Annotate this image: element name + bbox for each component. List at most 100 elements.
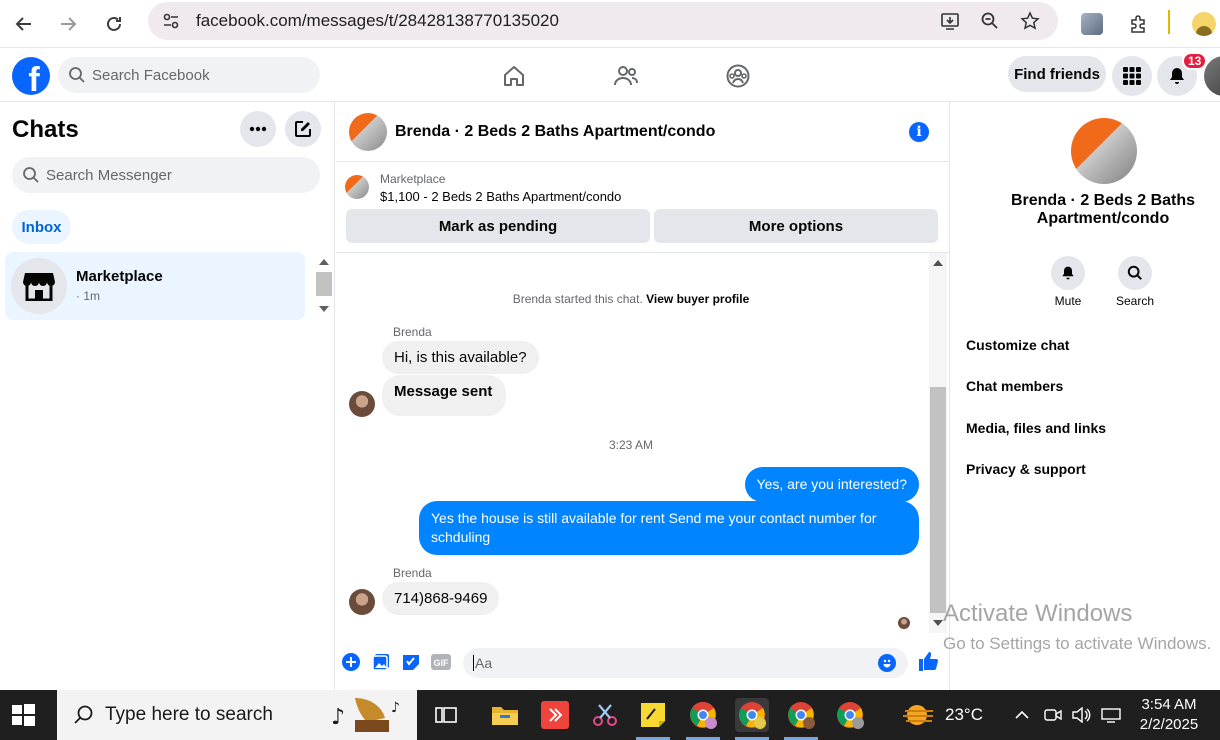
chat-name: Marketplace xyxy=(76,268,163,285)
photo-icon[interactable] xyxy=(370,651,392,673)
info-icon[interactable]: i xyxy=(909,122,929,142)
chat-started-text: Brenda started this chat. xyxy=(512,292,643,306)
groups-icon[interactable] xyxy=(723,61,753,91)
chat-options-button[interactable] xyxy=(240,111,276,147)
outgoing-message[interactable]: Yes, are you interested? xyxy=(744,467,919,502)
back-arrow-icon[interactable] xyxy=(6,6,42,42)
contact-avatar[interactable] xyxy=(349,113,387,151)
search-in-conversation-button[interactable] xyxy=(1118,256,1152,290)
install-app-icon[interactable] xyxy=(938,9,962,33)
messenger-search-input[interactable]: Search Messenger xyxy=(12,157,320,193)
mute-button[interactable] xyxy=(1051,256,1085,290)
zoom-icon[interactable] xyxy=(978,9,1002,33)
conversation-title[interactable]: Brenda · 2 Beds 2 Baths Apartment/condo xyxy=(395,123,715,141)
meet-now-camera-icon[interactable] xyxy=(1043,705,1063,725)
volume-speaker-icon[interactable] xyxy=(1071,705,1091,725)
profile-extension-icon[interactable] xyxy=(1074,6,1110,42)
extensions-puzzle-icon[interactable] xyxy=(1120,6,1156,42)
chrome-profile-2-icon[interactable] xyxy=(735,698,769,732)
forward-arrow-icon[interactable] xyxy=(50,6,86,42)
friends-icon[interactable] xyxy=(611,61,641,91)
sticky-notes-icon[interactable] xyxy=(636,698,670,732)
network-icon[interactable] xyxy=(1101,705,1121,725)
scroll-up-arrow-icon[interactable] xyxy=(929,257,947,269)
weather-icon[interactable] xyxy=(902,698,936,732)
show-hidden-icons-chevron-icon[interactable] xyxy=(1012,705,1032,725)
add-attachment-icon[interactable] xyxy=(340,651,362,673)
seen-indicator-avatar xyxy=(898,617,910,629)
contact-profile-avatar[interactable] xyxy=(1071,118,1137,184)
anydesk-icon[interactable] xyxy=(538,698,572,732)
svg-text:♪: ♪ xyxy=(391,700,400,716)
scrollbar-thumb[interactable] xyxy=(930,387,946,613)
customize-chat-item[interactable]: Customize chat xyxy=(966,337,1069,353)
search-icon xyxy=(69,67,85,83)
svg-text:♪: ♪ xyxy=(331,705,345,730)
chat-started-notice: Brenda started this chat. View buyer pro… xyxy=(336,292,926,306)
facebook-logo[interactable]: f xyxy=(12,57,50,95)
media-files-links-item[interactable]: Media, files and links xyxy=(966,420,1106,436)
incoming-message[interactable]: 714)868-9469 xyxy=(382,582,500,615)
chrome-profile-3-icon[interactable] xyxy=(784,698,818,732)
gif-icon[interactable]: GIF xyxy=(430,651,452,673)
facebook-logo-letter: f xyxy=(28,61,40,95)
weather-temperature[interactable]: 23°C xyxy=(945,705,983,725)
message-scrollbar[interactable] xyxy=(929,253,947,633)
chrome-profile-1-icon[interactable] xyxy=(686,698,720,732)
message-list: Brenda started this chat. View buyer pro… xyxy=(336,253,949,633)
taskbar-clock[interactable]: 3:54 AM 2/2/2025 xyxy=(1126,695,1212,735)
mark-as-pending-button[interactable]: Mark as pending xyxy=(346,209,650,243)
windows-taskbar: Type here to search ♪ ♪ 23°C 3:54 AM 2/2… xyxy=(0,690,1220,740)
chrome-profile-4-icon[interactable] xyxy=(833,698,867,732)
conversation-pane: Brenda · 2 Beds 2 Baths Apartment/condo … xyxy=(336,102,949,690)
contact-profile-name[interactable]: Brenda · 2 Beds 2 Baths Apartment/condo xyxy=(980,192,1220,228)
listing-thumbnail xyxy=(345,175,369,199)
sticker-icon[interactable] xyxy=(400,651,422,673)
listing-title[interactable]: $1,100 - 2 Beds 2 Baths Apartment/condo xyxy=(380,189,621,204)
chat-meta: · 1m xyxy=(76,289,100,303)
message-sender: Brenda xyxy=(393,325,432,339)
new-message-button[interactable] xyxy=(285,111,321,147)
search-label: Search xyxy=(1115,294,1155,308)
reload-icon[interactable] xyxy=(96,6,132,42)
listing-source-label: Marketplace xyxy=(380,172,446,186)
home-icon[interactable] xyxy=(499,61,529,91)
chat-list-scrollbar[interactable] xyxy=(314,252,334,320)
account-avatar-icon[interactable] xyxy=(1186,6,1220,42)
sender-avatar[interactable] xyxy=(349,391,375,417)
snipping-tool-icon[interactable] xyxy=(588,698,622,732)
more-options-button[interactable]: More options xyxy=(654,209,938,243)
address-bar[interactable]: facebook.com/messages/t/2842813877013502… xyxy=(148,2,1058,40)
emoji-icon[interactable] xyxy=(878,654,896,672)
task-view-icon[interactable] xyxy=(429,698,463,732)
inbox-tab[interactable]: Inbox xyxy=(12,210,71,244)
message-input[interactable]: Aa xyxy=(463,648,908,678)
site-settings-icon[interactable] xyxy=(158,8,184,34)
outgoing-message[interactable]: Yes the house is still available for ren… xyxy=(419,501,919,555)
chat-list-item[interactable]: Marketplace · 1m xyxy=(5,252,305,320)
like-thumbs-up-icon[interactable] xyxy=(917,650,939,672)
more-dots-icon xyxy=(249,126,267,132)
chat-members-item[interactable]: Chat members xyxy=(966,378,1063,394)
menu-grid-icon[interactable] xyxy=(1112,56,1152,96)
incoming-message[interactable]: Message sent xyxy=(382,375,507,416)
taskbar-search-box[interactable]: Type here to search ♪ ♪ xyxy=(57,690,417,740)
url-text[interactable]: facebook.com/messages/t/2842813877013502… xyxy=(196,11,559,31)
taskbar-search-placeholder: Type here to search xyxy=(105,704,273,725)
message-input-placeholder: Aa xyxy=(473,655,493,671)
mute-label: Mute xyxy=(1054,294,1082,308)
privacy-support-item[interactable]: Privacy & support xyxy=(966,461,1086,477)
windows-start-icon[interactable] xyxy=(10,702,36,728)
search-icon xyxy=(74,705,93,724)
toolbar-divider xyxy=(1168,10,1170,34)
marketplace-avatar xyxy=(11,258,67,314)
sender-avatar[interactable] xyxy=(349,589,375,615)
file-explorer-icon[interactable] xyxy=(488,698,522,732)
facebook-search-input[interactable]: Search Facebook xyxy=(58,57,320,93)
incoming-message[interactable]: Hi, is this available? xyxy=(382,341,539,374)
search-icon xyxy=(23,167,39,183)
view-buyer-profile-link[interactable]: View buyer profile xyxy=(646,292,749,306)
bookmark-star-icon[interactable] xyxy=(1018,9,1042,33)
find-friends-button[interactable]: Find friends xyxy=(1008,56,1106,92)
svg-text:GIF: GIF xyxy=(434,658,450,668)
